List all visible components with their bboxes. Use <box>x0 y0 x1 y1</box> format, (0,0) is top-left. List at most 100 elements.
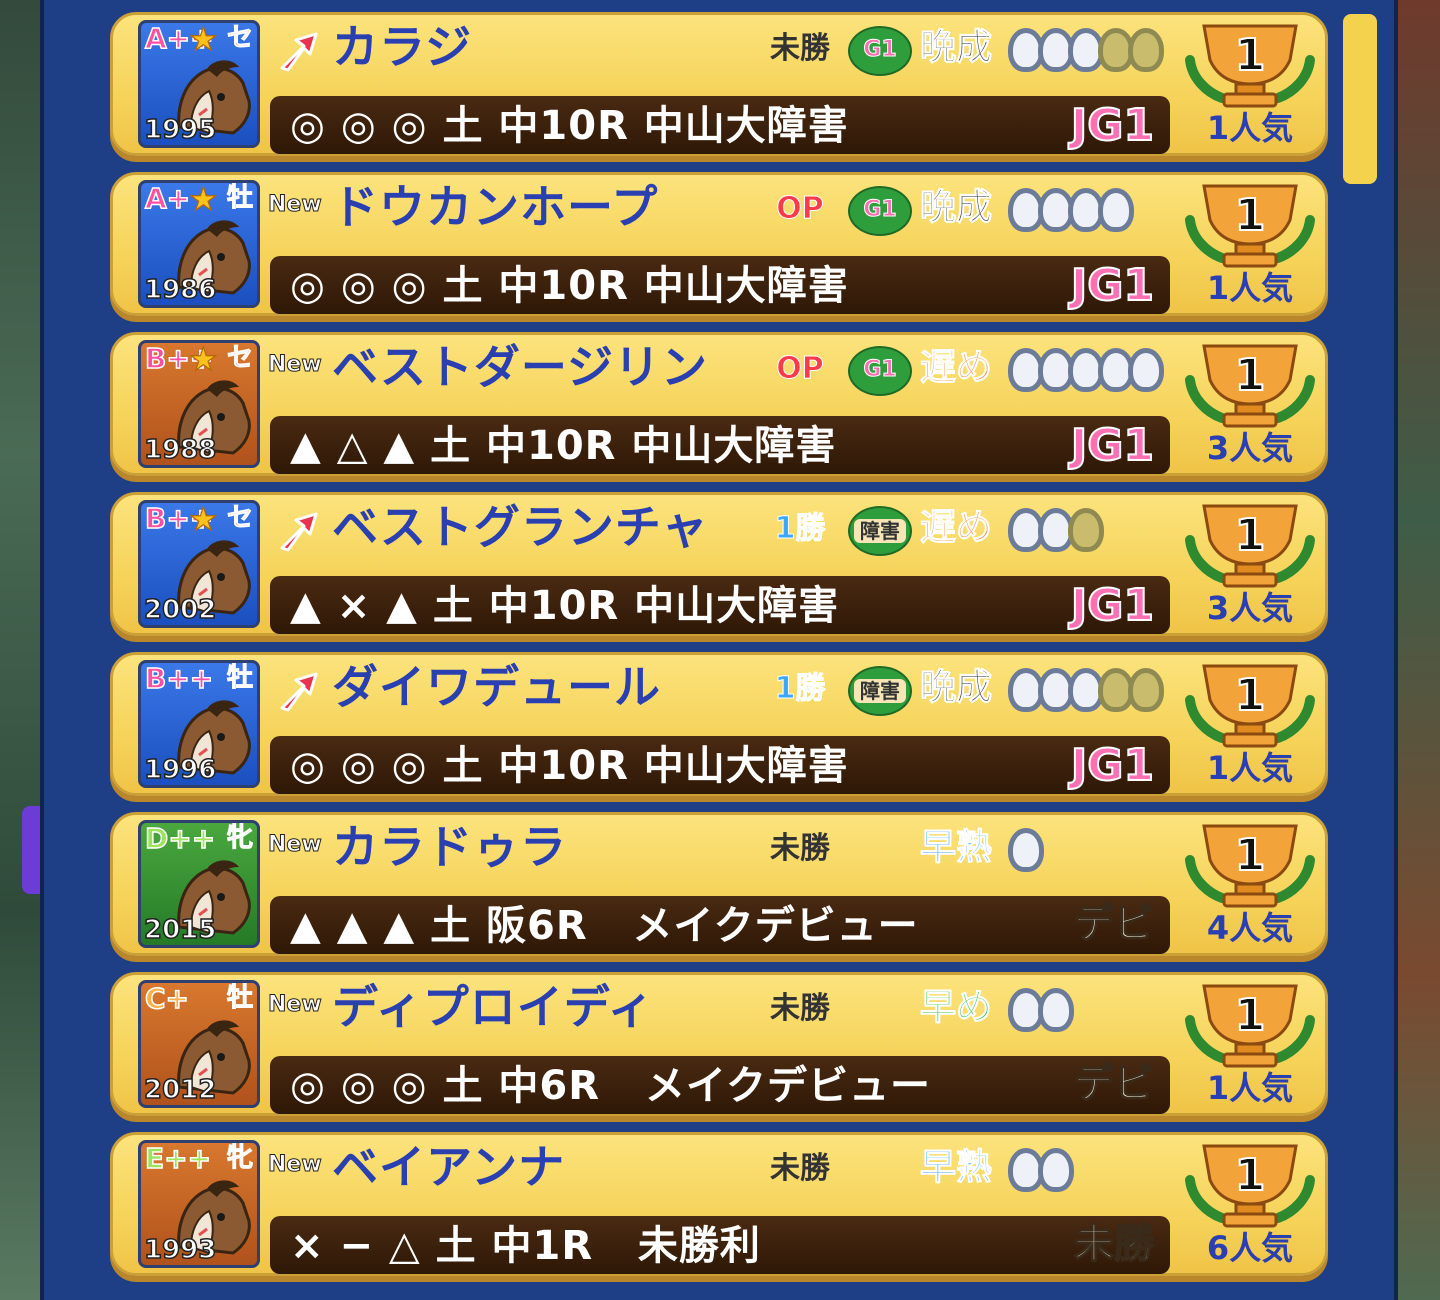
steeplechase-icon: 障害 <box>848 506 912 556</box>
steeplechase-icon: 障害 <box>848 666 912 716</box>
horse-class: 1勝 <box>774 511 826 546</box>
race-grade: 未勝 <box>1073 1220 1155 1268</box>
growth-type: 晩成 <box>919 187 993 228</box>
horse-card[interactable]: E++ 牝 1993 New ベイアンナ 未勝 早熟 × − △ 土 中1R 未勝利 未勝 1 6人… <box>110 1132 1328 1282</box>
grade-label: G1 <box>863 357 897 382</box>
grade-label: G1 <box>863 197 897 222</box>
horseshoe-icon <box>1128 668 1164 712</box>
horse-card[interactable]: C+ 牡 2012 New ディプロイディ 未勝 早め ◎ ◎ ◎ 土 中6R メイクデビュー… <box>110 972 1328 1122</box>
birth-year: 1996 <box>143 755 217 785</box>
horse-card[interactable]: B++ 牡 1996 ダイワデュール 1勝 障害 晩成 ◎ ◎ ◎ 土 中10R 中山大障害 J… <box>110 652 1328 802</box>
rank-badge: E++ <box>144 1142 212 1175</box>
birth-year: 1986 <box>143 275 217 305</box>
race-marks: ▲ ▲ ▲ 土 阪6R メイクデビュー <box>290 903 919 949</box>
trophy-rank-text: 1 <box>1235 1150 1266 1201</box>
horse-class: 未勝 <box>770 1151 830 1186</box>
race-info-bar: ◎ ◎ ◎ 土 中10R 中山大障害 JG1 <box>270 736 1170 794</box>
race-grade: デビ <box>1073 1060 1155 1108</box>
horseshoe-rating <box>1008 828 1044 874</box>
horse-avatar[interactable]: B++ ★ セ 1988 <box>138 340 260 468</box>
new-badge: New <box>268 1152 323 1177</box>
birth-year: 2012 <box>143 1075 217 1105</box>
horse-name: ベストダージリン <box>332 340 708 394</box>
horseshoe-rating <box>1008 668 1164 714</box>
popularity-label: 1人気 <box>1206 109 1294 147</box>
grade-label: 障害 <box>854 519 906 543</box>
growth-type: 遅め <box>919 347 993 388</box>
horse-name: ドウカンホープ <box>332 180 659 234</box>
horse-name: カラドゥラ <box>332 820 567 874</box>
horse-avatar[interactable]: B++ ★ セ 2002 <box>138 500 260 628</box>
horse-name: ベイアンナ <box>332 1140 566 1194</box>
horse-card[interactable]: B++ ★ セ 2002 ベストグランチャ 1勝 障害 遅め ▲ × ▲ 土 中10R 中山大障… <box>110 492 1328 642</box>
trend-up-arrow-icon <box>280 512 318 552</box>
horse-avatar[interactable]: E++ 牝 1993 <box>138 1140 260 1268</box>
rank-badge: D++ <box>144 822 216 855</box>
trophy-number: 1 <box>1234 669 1267 722</box>
g1-laurel-icon: G1 <box>848 26 912 76</box>
growth-type: 早め <box>919 987 993 1028</box>
scrollbar-thumb-visual[interactable] <box>1343 14 1377 184</box>
horseshoe-rating <box>1008 348 1164 394</box>
horseshoe-icon <box>1038 1148 1074 1192</box>
star-icon: ★ <box>188 500 218 538</box>
trophy-rank-text: 1 <box>1235 350 1266 401</box>
trophy-rank-text: 1 <box>1235 670 1266 721</box>
horse-card[interactable]: A++ ★ セ 1995 カラジ 未勝 G1 晩成 ◎ ◎ ◎ 土 中10R 中山大障害 JG1 1… <box>110 12 1328 162</box>
horse-card[interactable]: A+ ★ 牡 1986 New ドウカンホープ OP G1 晩成 ◎ ◎ ◎ 土 中10R 中山大… <box>110 172 1328 322</box>
birth-year: 2002 <box>143 595 217 625</box>
race-info-bar: ▲ △ ▲ 土 中10R 中山大障害 JG1 <box>270 416 1170 474</box>
sex-badge: セ <box>226 23 253 53</box>
trophy-rank-text: 1 <box>1235 30 1266 81</box>
popularity-label: 3人気 <box>1206 429 1294 467</box>
horseshoe-rating <box>1008 508 1104 554</box>
horse-card[interactable]: D++ 牝 2015 New カラドゥラ 未勝 早熟 ▲ ▲ ▲ 土 阪6R メイクデビュー デ… <box>110 812 1328 962</box>
race-marks: ▲ △ ▲ 土 中10R 中山大障害 <box>290 423 837 469</box>
scrollbar[interactable] <box>1338 8 1382 1300</box>
horse-avatar[interactable]: B++ 牡 1996 <box>138 660 260 788</box>
growth-type: 晩成 <box>919 27 993 68</box>
sex-badge: 牡 <box>226 183 253 213</box>
horse-class: 未勝 <box>770 831 830 866</box>
g1-laurel-icon: G1 <box>848 346 912 396</box>
horseshoe-icon <box>1098 188 1134 232</box>
horseshoe-rating <box>1008 1148 1074 1194</box>
horseshoe-icon <box>1008 828 1044 872</box>
trophy-rank-text: 1 <box>1235 990 1266 1041</box>
trophy-number: 1 <box>1234 829 1267 882</box>
sex-badge: 牡 <box>226 983 253 1013</box>
race-grade: JG1 <box>1070 259 1155 312</box>
race-grade: JG1 <box>1070 739 1155 792</box>
horse-avatar[interactable]: A++ ★ セ 1995 <box>138 20 260 148</box>
race-info-bar: ◎ ◎ ◎ 土 中6R メイクデビュー デビ <box>270 1056 1170 1114</box>
horse-name: ベストグランチャ <box>332 500 709 554</box>
growth-type: 遅め <box>919 507 993 548</box>
popularity-label: 6人気 <box>1206 1229 1294 1267</box>
growth-type: 早熟 <box>919 827 993 868</box>
rank-badge: A+ <box>144 182 191 215</box>
trophy-rank-text: 1 <box>1235 190 1266 241</box>
horse-name: カラジ <box>332 20 473 74</box>
horseshoe-icon <box>1128 28 1164 72</box>
race-info-bar: ▲ ▲ ▲ 土 阪6R メイクデビュー デビ <box>270 896 1170 954</box>
race-marks: ◎ ◎ ◎ 土 中10R 中山大障害 <box>290 263 849 309</box>
trend-up-arrow-icon <box>280 32 318 72</box>
horse-avatar[interactable]: C+ 牡 2012 <box>138 980 260 1108</box>
horse-class: OP <box>776 351 825 386</box>
horse-class: OP <box>776 191 825 226</box>
horseshoe-icon <box>1128 348 1164 392</box>
horseshoe-rating <box>1008 988 1074 1034</box>
race-info-bar: × − △ 土 中1R 未勝利 未勝 <box>270 1216 1170 1274</box>
rank-badge: B++ <box>144 662 214 695</box>
horse-avatar[interactable]: A+ ★ 牡 1986 <box>138 180 260 308</box>
race-marks: ▲ × ▲ 土 中10R 中山大障害 <box>290 583 840 629</box>
growth-type: 晩成 <box>919 667 993 708</box>
star-icon: ★ <box>188 340 218 378</box>
horseshoe-rating <box>1008 188 1134 234</box>
race-grade: JG1 <box>1070 419 1155 472</box>
popularity-label: 1人気 <box>1206 749 1294 787</box>
trophy-number: 1 <box>1234 29 1267 82</box>
race-marks: ◎ ◎ ◎ 土 中6R メイクデビュー <box>290 1063 932 1109</box>
horse-card[interactable]: B++ ★ セ 1988 New ベストダージリン OP G1 遅め ▲ △ ▲ 土 中10R 中… <box>110 332 1328 482</box>
horse-avatar[interactable]: D++ 牝 2015 <box>138 820 260 948</box>
